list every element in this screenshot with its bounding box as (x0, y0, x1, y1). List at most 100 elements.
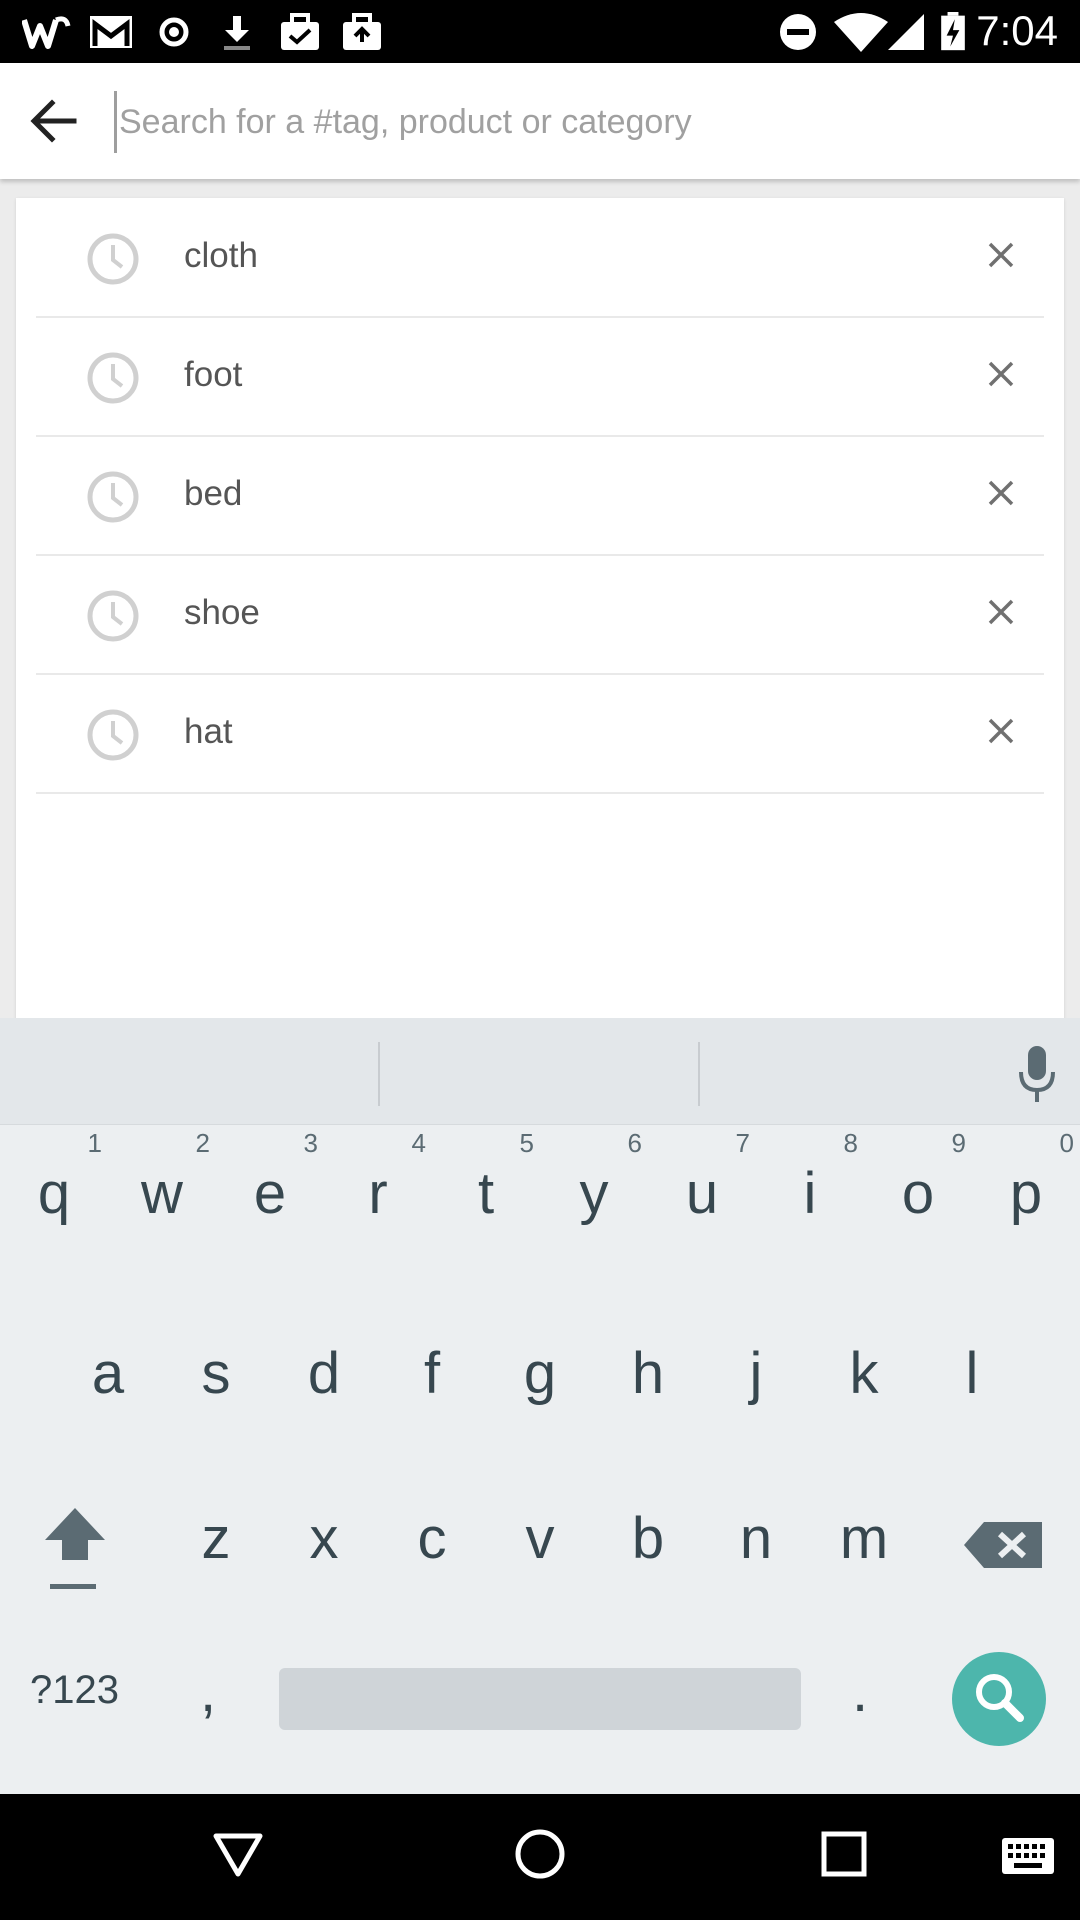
key-hint: 3 (303, 1128, 318, 1158)
key-r[interactable]: r4 (324, 1128, 432, 1248)
key-label: p (1009, 1161, 1043, 1226)
work-bag-icon (343, 13, 381, 50)
key-x[interactable]: x (270, 1473, 378, 1593)
key-a[interactable]: a (54, 1308, 162, 1428)
keyboard-switch-icon[interactable] (1000, 1836, 1056, 1876)
strip-divider (698, 1042, 700, 1106)
key-s[interactable]: s (162, 1308, 270, 1428)
remove-search-icon[interactable] (978, 470, 1024, 516)
key-label: y (579, 1161, 609, 1226)
key-l[interactable]: l (918, 1308, 1026, 1428)
key-b[interactable]: b (594, 1473, 702, 1593)
key-label: v (525, 1506, 555, 1571)
period-key[interactable]: . (852, 1658, 868, 1725)
work-bag-icon (281, 13, 319, 50)
search-toolbar (0, 63, 1080, 179)
search-key[interactable] (952, 1652, 1046, 1746)
key-hint: 6 (627, 1128, 642, 1158)
key-hint: 5 (519, 1128, 534, 1158)
key-z[interactable]: z (162, 1473, 270, 1593)
remove-search-icon[interactable] (978, 351, 1024, 397)
key-label: e (253, 1161, 287, 1226)
key-label: z (201, 1506, 231, 1571)
history-clock-icon (87, 352, 139, 404)
key-label: g (523, 1341, 557, 1406)
recent-search-item[interactable]: hat (36, 674, 1044, 794)
key-k[interactable]: k (810, 1308, 918, 1428)
wifi-icon (834, 13, 888, 52)
key-p[interactable]: p0 (972, 1128, 1080, 1248)
soft-keyboard: q1w2e3r4t5y6u7i8o9p0asdfghjklzxcvbnm ?12… (0, 1018, 1080, 1794)
recent-search-label: shoe (184, 593, 260, 632)
key-label: b (631, 1506, 665, 1571)
key-n[interactable]: n (702, 1473, 810, 1593)
key-t[interactable]: t5 (432, 1128, 540, 1248)
comma-key[interactable]: , (200, 1658, 216, 1725)
recents-nav-icon[interactable] (816, 1826, 872, 1882)
signal-icon (888, 14, 924, 50)
history-clock-icon (87, 590, 139, 642)
backspace-key-icon[interactable] (960, 1508, 1050, 1578)
recent-search-label: hat (184, 712, 233, 751)
remove-search-icon[interactable] (978, 589, 1024, 635)
do-not-disturb-icon (780, 14, 816, 50)
key-label: h (631, 1341, 665, 1406)
key-hint: 8 (843, 1128, 858, 1158)
history-clock-icon (87, 471, 139, 523)
key-label: o (901, 1161, 935, 1226)
key-i[interactable]: i8 (756, 1128, 864, 1248)
shift-key-icon[interactable] (30, 1498, 120, 1608)
search-input[interactable] (114, 91, 1021, 153)
wish-app-icon (22, 16, 71, 49)
remove-search-icon[interactable] (978, 232, 1024, 278)
key-w[interactable]: w2 (108, 1128, 216, 1248)
recent-search-label: foot (184, 355, 243, 394)
key-m[interactable]: m (810, 1473, 918, 1593)
battery-charging-icon (941, 12, 965, 51)
back-arrow-icon[interactable] (26, 93, 82, 149)
key-label: x (309, 1506, 339, 1571)
key-c[interactable]: c (378, 1473, 486, 1593)
suggestion-strip (0, 1018, 1080, 1125)
key-e[interactable]: e3 (216, 1128, 324, 1248)
key-label: s (201, 1341, 231, 1406)
back-nav-icon[interactable] (210, 1826, 266, 1882)
home-nav-icon[interactable] (512, 1826, 568, 1882)
key-g[interactable]: g (486, 1308, 594, 1428)
remove-search-icon[interactable] (978, 708, 1024, 754)
key-j[interactable]: j (702, 1308, 810, 1428)
recent-search-item[interactable]: cloth (36, 198, 1044, 318)
key-label: t (477, 1161, 495, 1226)
recent-search-label: bed (184, 474, 243, 513)
clock-time: 7:04 (976, 7, 1058, 54)
key-d[interactable]: d (270, 1308, 378, 1428)
key-u[interactable]: u7 (648, 1128, 756, 1248)
key-o[interactable]: o9 (864, 1128, 972, 1248)
key-label: u (685, 1161, 719, 1226)
microphone-icon[interactable] (1016, 1044, 1058, 1104)
symbols-key[interactable]: ?123 (30, 1668, 119, 1713)
navigation-bar (0, 1794, 1080, 1920)
key-v[interactable]: v (486, 1473, 594, 1593)
key-h[interactable]: h (594, 1308, 702, 1428)
key-label: d (307, 1341, 341, 1406)
key-label: c (417, 1506, 447, 1571)
key-hint: 9 (951, 1128, 966, 1158)
status-bar: 7:04 (0, 0, 1080, 63)
key-q[interactable]: q1 (0, 1128, 108, 1248)
space-key[interactable] (279, 1668, 801, 1730)
recent-search-item[interactable]: shoe (36, 555, 1044, 675)
key-hint: 7 (735, 1128, 750, 1158)
key-hint: 4 (411, 1128, 426, 1158)
recent-search-item[interactable]: bed (36, 436, 1044, 556)
history-clock-icon (87, 709, 139, 761)
key-label: r (368, 1161, 388, 1226)
key-label: q (37, 1161, 71, 1226)
key-y[interactable]: y6 (540, 1128, 648, 1248)
sync-icon (159, 17, 189, 47)
recent-search-item[interactable]: foot (36, 317, 1044, 437)
key-hint: 2 (195, 1128, 210, 1158)
key-label: k (849, 1341, 879, 1406)
key-label: a (91, 1341, 125, 1406)
key-f[interactable]: f (378, 1308, 486, 1428)
